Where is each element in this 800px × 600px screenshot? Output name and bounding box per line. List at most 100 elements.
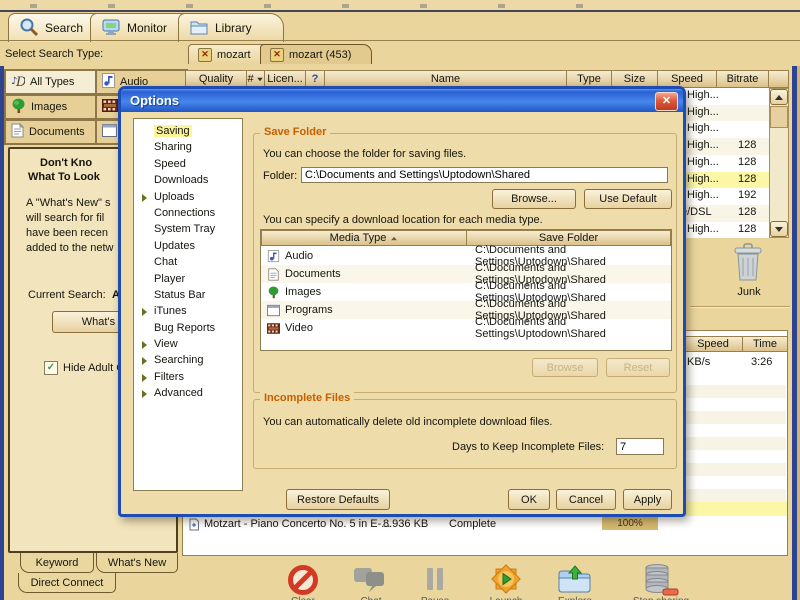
folder-input[interactable] bbox=[301, 167, 668, 183]
hide-adult-label: Hide Adult C bbox=[63, 362, 125, 374]
media-type-column[interactable]: Media Type bbox=[261, 230, 467, 246]
panel-body-line: have been recen bbox=[26, 227, 108, 239]
menu-item-speed[interactable]: Speed bbox=[134, 156, 242, 172]
chat-icon[interactable] bbox=[352, 566, 390, 597]
search-type-documents[interactable]: Documents bbox=[4, 119, 97, 145]
days-to-keep-label: Days to Keep Incomplete Files: bbox=[452, 441, 605, 453]
tab-search-label: Search bbox=[45, 21, 84, 35]
audio-icon bbox=[267, 249, 280, 262]
document-icon bbox=[268, 267, 279, 281]
use-default-button[interactable]: Use Default bbox=[584, 189, 672, 209]
menu-item-searching[interactable]: Searching bbox=[134, 352, 242, 368]
programs-icon bbox=[267, 304, 280, 316]
toolbar-label: Chat bbox=[345, 596, 397, 600]
menu-item-sharing[interactable]: Sharing bbox=[134, 139, 242, 155]
menu-item-bug-reports[interactable]: Bug Reports bbox=[134, 320, 242, 336]
results-scrollbar[interactable] bbox=[769, 88, 789, 238]
download-time-value: 3:26 bbox=[751, 356, 773, 368]
menu-item-system-tray[interactable]: System Tray bbox=[134, 221, 242, 237]
tab-library[interactable]: Library bbox=[178, 13, 284, 42]
bottom-tab-keyword[interactable]: Keyword bbox=[20, 553, 94, 573]
menu-item-filters[interactable]: Filters bbox=[134, 369, 242, 385]
menu-item-status-bar[interactable]: Status Bar bbox=[134, 287, 242, 303]
scroll-thumb[interactable] bbox=[770, 106, 788, 128]
pause-icon[interactable] bbox=[424, 567, 446, 594]
column-blank[interactable] bbox=[768, 70, 789, 88]
close-icon[interactable] bbox=[198, 47, 212, 62]
folder-label: Folder: bbox=[263, 170, 298, 182]
menu-item-saving[interactable]: Saving bbox=[134, 123, 242, 139]
browse-media-button[interactable]: Browse bbox=[532, 358, 598, 377]
download-item-status: Complete bbox=[449, 518, 497, 530]
hide-adult-row[interactable]: Hide Adult C bbox=[44, 361, 124, 375]
expand-arrow-icon[interactable] bbox=[142, 357, 147, 366]
downloads-column-time[interactable]: Time bbox=[742, 336, 788, 352]
bottom-tab-direct-connect[interactable]: Direct Connect bbox=[18, 573, 116, 593]
toolbar-label: Launch bbox=[480, 596, 532, 600]
svg-text:D: D bbox=[15, 75, 25, 88]
scroll-up-button[interactable] bbox=[770, 89, 788, 105]
column-bitrate[interactable]: Bitrate bbox=[716, 70, 769, 88]
save-folder-group: Save Folder You can choose the folder fo… bbox=[253, 126, 677, 393]
menu-item-updates[interactable]: Updates bbox=[134, 238, 242, 254]
top-clipped-menubar bbox=[0, 0, 800, 12]
dialog-titlebar[interactable]: Options bbox=[121, 89, 683, 112]
stop-sharing-icon[interactable] bbox=[643, 563, 679, 600]
incomplete-files-group-title: Incomplete Files bbox=[260, 392, 355, 404]
video-icon bbox=[101, 98, 119, 115]
menu-item-connections[interactable]: Connections bbox=[134, 205, 242, 221]
downloads-column-speed[interactable]: Speed bbox=[683, 336, 743, 352]
help-icon: ? bbox=[311, 73, 319, 85]
expand-arrow-icon[interactable] bbox=[142, 390, 147, 399]
download-item-row[interactable]: Motzart - Piano Concerto No. 5 in E-... … bbox=[183, 517, 787, 532]
scroll-down-button[interactable] bbox=[770, 221, 788, 237]
panel-body-line: added to the netw bbox=[26, 242, 114, 254]
session-tab-mozart-453[interactable]: mozart (453) bbox=[260, 44, 372, 64]
media-row-video[interactable]: Video C:\Documents and Settings\Uptodown\… bbox=[261, 316, 671, 340]
search-type-all-types[interactable]: ♪D All Types bbox=[4, 69, 97, 95]
menu-item-advanced[interactable]: Advanced bbox=[134, 385, 242, 401]
expand-arrow-icon[interactable] bbox=[142, 308, 147, 317]
expand-arrow-icon[interactable] bbox=[142, 193, 147, 202]
toolbar-label: Pause bbox=[409, 596, 461, 600]
reset-button[interactable]: Reset bbox=[606, 358, 670, 377]
arrow-down-icon bbox=[775, 226, 783, 232]
launch-icon[interactable] bbox=[489, 562, 523, 599]
menu-item-player[interactable]: Player bbox=[134, 271, 242, 287]
toolbar-label: Explore bbox=[549, 596, 601, 600]
stop-icon[interactable] bbox=[287, 564, 319, 599]
search-type-label: All Types bbox=[30, 76, 75, 88]
incomplete-files-group: Incomplete Files You can automatically d… bbox=[253, 392, 677, 469]
menu-item-chat[interactable]: Chat bbox=[134, 254, 242, 270]
checkbox-checked-icon[interactable] bbox=[44, 361, 58, 375]
options-dialog: Options Saving Sharing Speed Downloads U… bbox=[118, 86, 686, 517]
expand-arrow-icon[interactable] bbox=[142, 341, 147, 350]
close-icon[interactable] bbox=[655, 92, 678, 111]
download-progress-label: 100% bbox=[617, 518, 643, 529]
junk-icon[interactable] bbox=[733, 243, 763, 288]
close-icon[interactable] bbox=[270, 47, 284, 62]
downloads-stripes bbox=[686, 372, 786, 502]
cancel-button[interactable]: Cancel bbox=[556, 489, 616, 510]
explore-icon[interactable] bbox=[557, 565, 593, 598]
apply-button[interactable]: Apply bbox=[623, 489, 672, 510]
expand-arrow-icon[interactable] bbox=[142, 373, 147, 382]
media-type-table: Media Type Save Folder Audio C:\Documents… bbox=[260, 229, 672, 351]
days-to-keep-input[interactable] bbox=[616, 438, 664, 455]
bottom-tab-whats-new[interactable]: What's New bbox=[96, 553, 178, 573]
menu-item-downloads[interactable]: Downloads bbox=[134, 172, 242, 188]
panel-title-line1: Don't Kno bbox=[40, 157, 93, 169]
browse-button[interactable]: Browse... bbox=[492, 189, 576, 209]
ok-button[interactable]: OK bbox=[508, 489, 550, 510]
sort-asc-icon bbox=[391, 236, 398, 240]
menu-item-uploads[interactable]: Uploads bbox=[134, 189, 242, 205]
window-border-left bbox=[0, 66, 4, 600]
tree-icon bbox=[11, 98, 26, 117]
restore-defaults-button[interactable]: Restore Defaults bbox=[286, 489, 390, 510]
save-folder-desc: You can choose the folder for saving fil… bbox=[263, 148, 467, 160]
menu-item-view[interactable]: View bbox=[134, 336, 242, 352]
search-type-images[interactable]: Images bbox=[4, 94, 97, 120]
sort-icon bbox=[256, 77, 263, 81]
panel-body-line: A "What's New" s bbox=[26, 197, 111, 209]
menu-item-itunes[interactable]: iTunes bbox=[134, 303, 242, 319]
